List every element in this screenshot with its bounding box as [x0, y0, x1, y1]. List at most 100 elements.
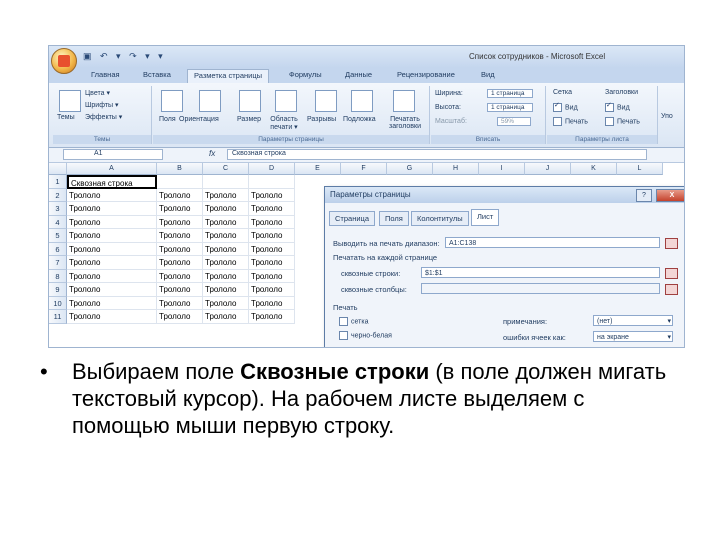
- margins-button[interactable]: Поля: [159, 116, 176, 123]
- column-header[interactable]: E: [295, 163, 341, 175]
- row-header[interactable]: 2: [49, 188, 67, 202]
- table-cell[interactable]: Трололо: [249, 202, 295, 216]
- print-area-icon[interactable]: [275, 90, 297, 112]
- table-cell[interactable]: Трололо: [157, 269, 203, 283]
- print-area-input[interactable]: A1:C138: [445, 237, 660, 248]
- table-cell[interactable]: Трололо: [203, 310, 249, 324]
- arrange-button[interactable]: Упо: [661, 113, 673, 120]
- column-header[interactable]: J: [525, 163, 571, 175]
- column-header[interactable]: H: [433, 163, 479, 175]
- column-header[interactable]: L: [617, 163, 663, 175]
- table-cell[interactable]: Трололо: [203, 283, 249, 297]
- table-cell[interactable]: Трололо: [67, 215, 157, 229]
- table-cell[interactable]: Трололо: [67, 269, 157, 283]
- column-header[interactable]: B: [157, 163, 203, 175]
- collapse-dialog-icon[interactable]: [665, 268, 678, 279]
- collapse-dialog-icon[interactable]: [665, 284, 678, 295]
- themes-button-label[interactable]: Темы: [57, 114, 75, 121]
- comments-select[interactable]: (нет): [593, 315, 673, 327]
- office-button[interactable]: [51, 48, 77, 74]
- column-header[interactable]: F: [341, 163, 387, 175]
- column-header[interactable]: D: [249, 163, 295, 175]
- row-header[interactable]: 8: [49, 269, 67, 283]
- effects-button[interactable]: Эффекты ▾: [85, 113, 122, 121]
- gridlines-print-checkbox[interactable]: Печать: [553, 117, 588, 126]
- table-cell[interactable]: Трололо: [67, 310, 157, 324]
- help-icon[interactable]: ?: [636, 189, 652, 202]
- table-cell[interactable]: Трололо: [67, 188, 157, 202]
- dialog-tab-header-footer[interactable]: Колонтитулы: [411, 211, 469, 226]
- row-header[interactable]: 11: [49, 310, 67, 324]
- close-button[interactable]: X: [656, 189, 684, 202]
- table-cell[interactable]: Трололо: [157, 296, 203, 310]
- fx-icon[interactable]: fx: [209, 149, 215, 158]
- table-cell[interactable]: Трололо: [249, 269, 295, 283]
- breaks-button[interactable]: Разрывы: [307, 116, 336, 123]
- table-cell[interactable]: [249, 175, 295, 189]
- table-cell[interactable]: [203, 175, 249, 189]
- table-cell[interactable]: Трололо: [157, 229, 203, 243]
- columns-to-repeat-input[interactable]: [421, 283, 660, 294]
- table-cell[interactable]: Трололо: [157, 188, 203, 202]
- table-cell[interactable]: Трололо: [249, 310, 295, 324]
- background-button[interactable]: Подложка: [343, 116, 376, 123]
- gridlines-checkbox[interactable]: сетка: [339, 317, 368, 326]
- tab-page-layout[interactable]: Разметка страницы: [187, 69, 270, 84]
- table-cell[interactable]: Трололо: [67, 283, 157, 297]
- select-all-corner[interactable]: [49, 163, 67, 175]
- size-button[interactable]: Размер: [237, 116, 261, 123]
- column-header[interactable]: G: [387, 163, 433, 175]
- table-cell[interactable]: Трололо: [249, 188, 295, 202]
- column-header[interactable]: A: [67, 163, 157, 175]
- table-cell[interactable]: Трололо: [157, 202, 203, 216]
- row-header[interactable]: 3: [49, 202, 67, 216]
- dialog-tab-page[interactable]: Страница: [329, 211, 375, 226]
- table-cell[interactable]: Трололо: [249, 229, 295, 243]
- table-cell[interactable]: Трололо: [249, 283, 295, 297]
- print-titles-button[interactable]: Печатать заголовки: [385, 116, 425, 130]
- table-cell[interactable]: Трололо: [67, 202, 157, 216]
- table-cell[interactable]: Трололо: [67, 242, 157, 256]
- row-header[interactable]: 10: [49, 296, 67, 310]
- row-header[interactable]: 4: [49, 215, 67, 229]
- tab-insert[interactable]: Вставка: [143, 70, 171, 79]
- dialog-tab-margins[interactable]: Поля: [379, 211, 409, 226]
- table-cell[interactable]: Трололо: [203, 229, 249, 243]
- table-cell[interactable]: Трололо: [203, 202, 249, 216]
- scale-input[interactable]: 59%: [497, 117, 531, 126]
- table-cell[interactable]: Трололо: [67, 256, 157, 270]
- breaks-icon[interactable]: [315, 90, 337, 112]
- table-cell[interactable]: Трололо: [203, 256, 249, 270]
- table-cell[interactable]: Трололо: [203, 242, 249, 256]
- column-header[interactable]: C: [203, 163, 249, 175]
- table-cell[interactable]: Трололо: [249, 296, 295, 310]
- table-cell[interactable]: Трололо: [157, 310, 203, 324]
- orientation-icon[interactable]: [199, 90, 221, 112]
- black-and-white-checkbox[interactable]: черно-белая: [339, 331, 392, 340]
- dialog-tab-sheet[interactable]: Лист: [471, 209, 500, 226]
- tab-formulas[interactable]: Формулы: [289, 70, 322, 79]
- column-header[interactable]: I: [479, 163, 525, 175]
- quick-access-toolbar[interactable]: ▣ ↶ ▾ ↷ ▾ ▾: [83, 51, 166, 62]
- cell-errors-select[interactable]: на экране: [593, 331, 673, 343]
- formula-input[interactable]: Сквозная строка: [227, 149, 647, 160]
- table-cell[interactable]: Трололо: [157, 215, 203, 229]
- headings-view-checkbox[interactable]: Вид: [605, 103, 630, 112]
- table-cell[interactable]: Трололо: [249, 256, 295, 270]
- table-cell[interactable]: Трололо: [249, 242, 295, 256]
- row-header[interactable]: 7: [49, 256, 67, 270]
- background-icon[interactable]: [351, 90, 373, 112]
- table-cell[interactable]: Трололо: [157, 242, 203, 256]
- headings-print-checkbox[interactable]: Печать: [605, 117, 640, 126]
- row-header[interactable]: 9: [49, 283, 67, 297]
- table-cell[interactable]: Трололо: [67, 296, 157, 310]
- tab-data[interactable]: Данные: [345, 70, 372, 79]
- print-area-button[interactable]: Область печати ▾: [267, 116, 301, 131]
- tab-review[interactable]: Рецензирование: [397, 70, 455, 79]
- table-cell[interactable]: Трололо: [203, 296, 249, 310]
- tab-view[interactable]: Вид: [481, 70, 495, 79]
- orientation-button[interactable]: Ориентация: [179, 116, 219, 123]
- print-titles-icon[interactable]: [393, 90, 415, 112]
- row-header[interactable]: 5: [49, 229, 67, 243]
- active-cell[interactable]: Сквозная строка: [67, 175, 157, 189]
